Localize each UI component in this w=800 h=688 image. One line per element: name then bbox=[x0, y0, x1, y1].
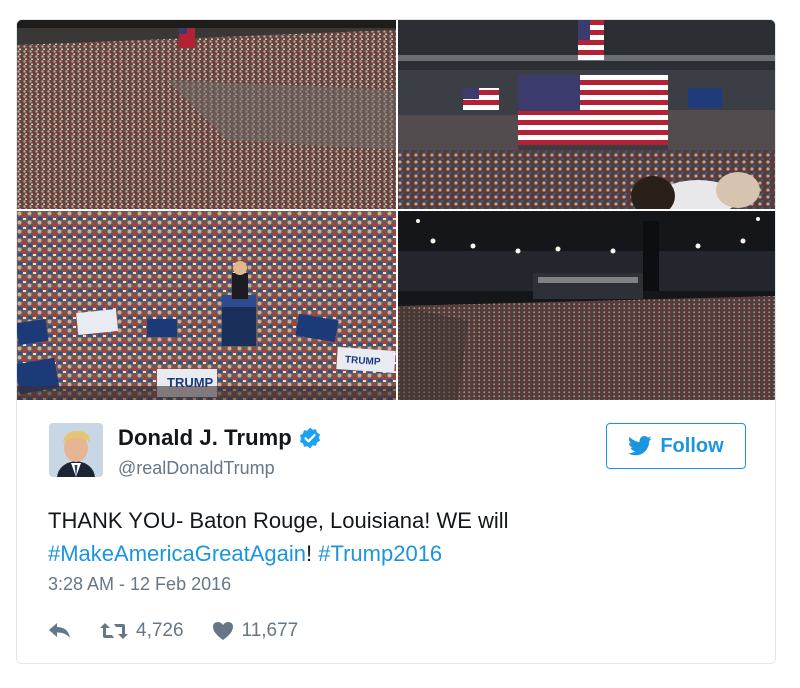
tweet-text-part: THANK YOU- Baton Rouge, Louisiana! WE wi… bbox=[48, 508, 509, 533]
embedded-tweet-card: TRUMP TRUMP Donald J. Trump @realDonaldT… bbox=[16, 19, 776, 664]
rally-photo-stage-flag[interactable] bbox=[398, 20, 775, 209]
hashtag-link[interactable]: #Trump2016 bbox=[318, 541, 442, 566]
display-name[interactable]: Donald J. Trump bbox=[118, 425, 292, 451]
twitter-bird-icon bbox=[628, 436, 652, 456]
like-action[interactable]: 11,677 bbox=[212, 620, 299, 642]
heart-icon bbox=[212, 622, 233, 640]
tweet-text-part: ! bbox=[306, 541, 319, 566]
follow-button[interactable]: Follow bbox=[606, 423, 746, 469]
tweet-actions: 4,726 11,677 bbox=[48, 618, 326, 644]
rally-photo-arena-wide[interactable] bbox=[17, 20, 396, 209]
retweet-count: 4,726 bbox=[136, 620, 184, 641]
tweet-text: THANK YOU- Baton Rouge, Louisiana! WE wi… bbox=[48, 504, 748, 570]
user-handle[interactable]: @realDonaldTrump bbox=[118, 458, 275, 479]
reply-action[interactable] bbox=[48, 622, 72, 640]
avatar[interactable] bbox=[49, 423, 103, 477]
rally-photo-arena-lights[interactable] bbox=[398, 211, 775, 400]
media-grid[interactable]: TRUMP TRUMP bbox=[17, 20, 775, 400]
tweet-timestamp[interactable]: 3:28 AM - 12 Feb 2016 bbox=[48, 574, 231, 595]
rally-photo-podium-signs[interactable]: TRUMP TRUMP bbox=[17, 211, 396, 400]
follow-button-label: Follow bbox=[660, 434, 724, 457]
name-row: Donald J. Trump bbox=[118, 425, 322, 451]
hashtag-link[interactable]: #MakeAmericaGreatAgain bbox=[48, 541, 306, 566]
verified-badge-icon bbox=[299, 427, 320, 449]
like-count: 11,677 bbox=[241, 620, 299, 641]
reply-icon bbox=[49, 623, 70, 638]
retweet-icon bbox=[100, 623, 128, 639]
retweet-action[interactable]: 4,726 bbox=[100, 620, 184, 642]
